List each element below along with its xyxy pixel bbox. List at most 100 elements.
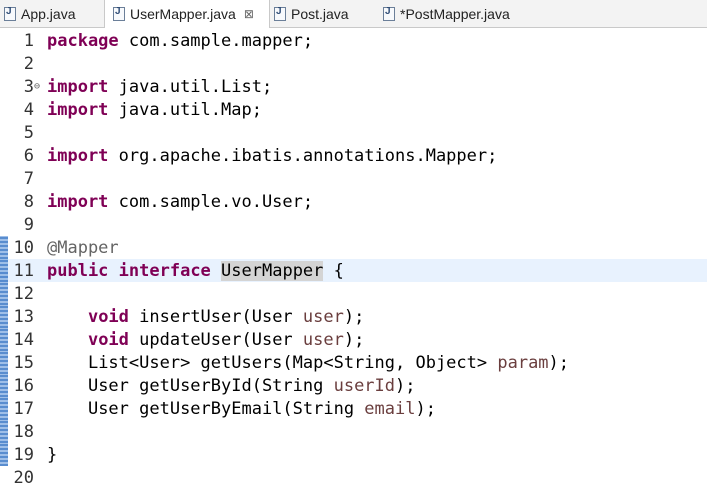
line-number: 11	[13, 260, 34, 281]
parameter: userId	[333, 375, 396, 396]
code-line: 1 package com.sample.mapper;	[0, 29, 707, 52]
code-text: User getUserByEmail(String email);	[47, 399, 436, 419]
line-number: 20	[13, 467, 34, 488]
brace: {	[323, 260, 344, 281]
code-text: import org.apache.ibatis.annotations.Map…	[47, 146, 497, 166]
keyword: import	[47, 76, 109, 97]
fold-collapse-icon[interactable]: ⊖	[34, 81, 40, 92]
tab-label: Post.java	[291, 5, 349, 22]
java-file-icon	[113, 6, 125, 21]
editor-tab-bar: App.java UserMapper.java ⊠ Post.java *Po…	[0, 0, 707, 28]
change-marker	[0, 351, 8, 374]
code-line: 7	[0, 167, 707, 190]
code-line: 17 User getUserByEmail(String email);	[0, 397, 707, 420]
line-number: 10	[13, 237, 34, 258]
code-line: 4 import java.util.Map;	[0, 98, 707, 121]
punct: );	[415, 398, 436, 419]
punct: );	[343, 306, 365, 327]
line-number: 15	[13, 352, 34, 373]
punct: );	[395, 375, 416, 396]
method-signature: List<User> getUsers(Map<String, Object>	[87, 352, 498, 373]
line-number: 8	[23, 191, 34, 212]
change-marker	[0, 236, 8, 259]
code-line: 6 import org.apache.ibatis.annotations.M…	[0, 144, 707, 167]
current-line: 11 public interface UserMapper {	[0, 259, 707, 282]
method-signature: insertUser(User	[128, 306, 303, 327]
keyword: void	[87, 306, 129, 327]
keyword: interface	[118, 260, 211, 281]
parameter: param	[497, 352, 549, 373]
import-path: org.apache.ibatis.annotations.Mapper;	[108, 145, 498, 166]
keyword: public	[47, 260, 109, 281]
punct: );	[548, 352, 570, 373]
change-marker	[0, 420, 8, 443]
code-line: 15 List<User> getUsers(Map<String, Objec…	[0, 351, 707, 374]
method-signature: User getUserById(String	[87, 375, 334, 396]
line-number: 5	[23, 122, 34, 143]
code-text: package com.sample.mapper;	[47, 31, 313, 51]
code-text: User getUserById(String userId);	[47, 376, 416, 396]
code-line: 12	[0, 282, 707, 305]
keyword: import	[47, 99, 109, 120]
code-line: 16 User getUserById(String userId);	[0, 374, 707, 397]
line-number: 2	[23, 53, 34, 74]
java-file-icon	[383, 6, 395, 21]
code-line: 18	[0, 420, 707, 443]
line-number: 17	[13, 398, 34, 419]
change-marker	[0, 443, 8, 466]
line-number: 12	[13, 283, 34, 304]
tab-label: App.java	[21, 5, 76, 22]
tab-post-java[interactable]: Post.java	[274, 0, 374, 27]
change-marker	[0, 305, 8, 328]
code-line: 9	[0, 213, 707, 236]
change-marker	[0, 374, 8, 397]
line-number: 3	[23, 76, 34, 97]
class-name-occurrence: UserMapper	[221, 260, 324, 281]
code-text: import com.sample.vo.User;	[47, 192, 313, 212]
tab-label: UserMapper.java	[130, 6, 236, 22]
code-line: 5	[0, 121, 707, 144]
code-editor[interactable]: 1 package com.sample.mapper; 2 3 ⊖ impor…	[0, 29, 707, 495]
code-line: 13 void insertUser(User user);	[0, 305, 707, 328]
line-number: 6	[23, 145, 34, 166]
method-signature: updateUser(User	[128, 329, 303, 350]
tab-app-java[interactable]: App.java	[4, 0, 104, 27]
change-marker	[0, 328, 8, 351]
import-path: java.util.List;	[108, 76, 273, 97]
code-line: 8 import com.sample.vo.User;	[0, 190, 707, 213]
parameter: user	[302, 329, 344, 350]
close-icon[interactable]: ⊠	[244, 7, 254, 21]
code-text: void insertUser(User user);	[47, 307, 364, 327]
line-number: 9	[23, 214, 34, 235]
line-number: 7	[23, 168, 34, 189]
line-number: 4	[23, 99, 34, 120]
java-file-icon	[4, 6, 16, 21]
java-file-icon	[274, 6, 286, 21]
tab-label: *PostMapper.java	[400, 5, 510, 22]
parameter: user	[302, 306, 344, 327]
code-text: import java.util.List;	[47, 77, 272, 97]
package-name: com.sample.mapper;	[118, 30, 314, 51]
line-number: 1	[23, 30, 34, 51]
line-number: 18	[13, 421, 34, 442]
code-text: }	[47, 444, 58, 465]
method-signature: User getUserByEmail(String	[87, 398, 365, 419]
tab-postmapper-java[interactable]: *PostMapper.java	[383, 0, 543, 27]
import-path: java.util.Map;	[108, 99, 262, 120]
change-marker	[0, 282, 8, 305]
change-marker	[0, 259, 8, 282]
line-number: 14	[13, 329, 34, 350]
code-line: 20	[0, 466, 707, 489]
code-text: void updateUser(User user);	[47, 330, 364, 350]
tab-usermapper-java[interactable]: UserMapper.java ⊠	[104, 0, 270, 28]
keyword: import	[47, 191, 109, 212]
keyword: package	[47, 30, 119, 51]
code-line: 2	[0, 52, 707, 75]
code-text: public interface UserMapper {	[47, 260, 344, 281]
